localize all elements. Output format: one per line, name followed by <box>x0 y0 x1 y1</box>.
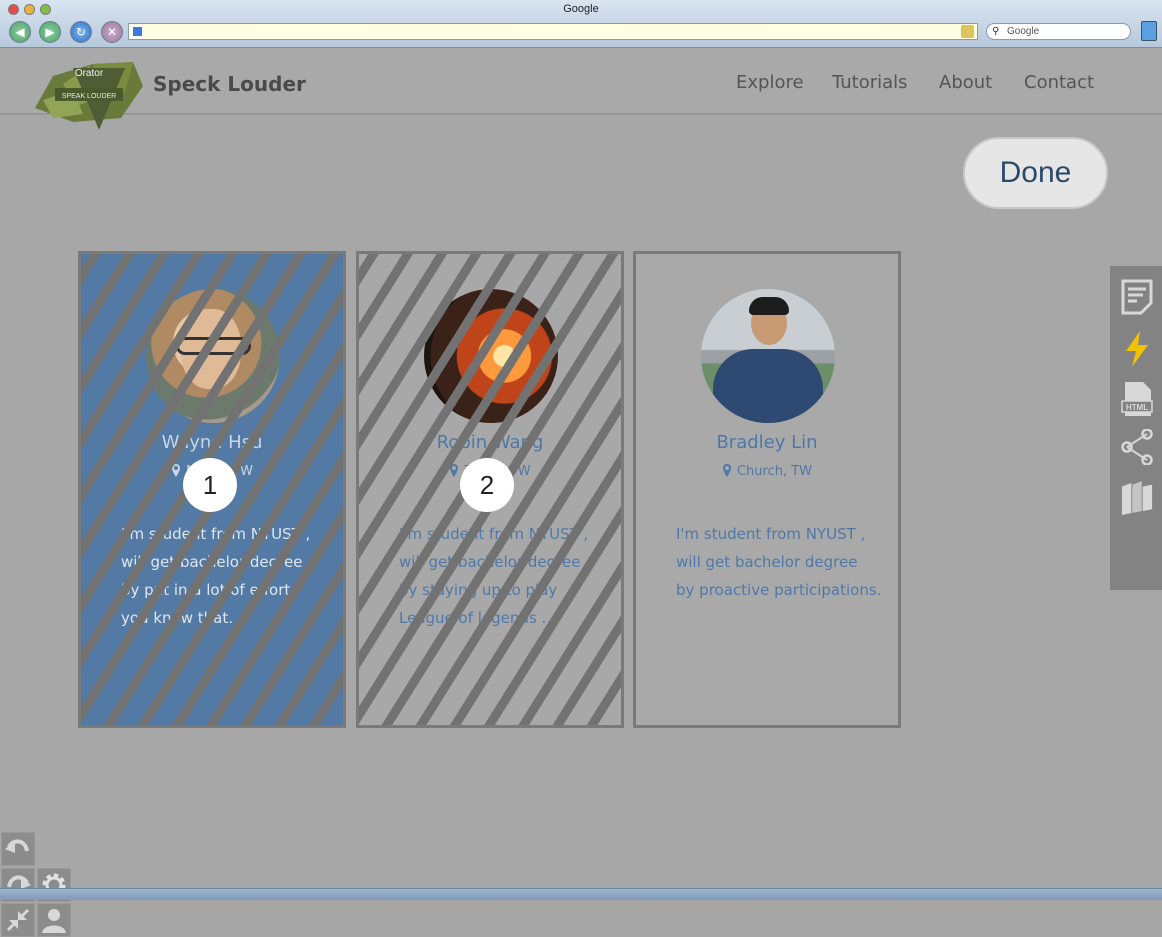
search-icon: ⚲ <box>992 26 1000 37</box>
avatar-hair <box>749 297 789 315</box>
profile-name: Wayne Hsu <box>161 432 263 453</box>
nav-about[interactable]: About <box>939 72 992 93</box>
bio-line: by staying up to play <box>399 581 558 599</box>
undo-icon <box>5 839 29 853</box>
shrink-icon <box>6 908 30 932</box>
bio-line: League of legends . <box>399 609 547 627</box>
search-input[interactable]: ⚲ Google <box>986 23 1131 40</box>
forward-button[interactable]: ▶ <box>39 21 61 43</box>
nav-explore[interactable]: Explore <box>736 72 804 93</box>
profile-bio: I'm student from NYUST , will get bachel… <box>399 520 621 632</box>
nav-contact[interactable]: Contact <box>1024 72 1094 93</box>
favicon-icon <box>132 26 143 37</box>
browser-chrome: Google ◀ ▶ ↻ ✕ ⚲ Google <box>0 0 1162 48</box>
avatar-glasses <box>176 337 251 355</box>
arrow-right-icon: ▶ <box>45 25 55 39</box>
browser-status-bar <box>0 888 1162 900</box>
bio-line: will get bachelor degree <box>676 553 858 571</box>
lock-icon <box>961 25 974 38</box>
logo-text-top: Orator <box>75 68 104 79</box>
collapse-button[interactable] <box>1 903 35 937</box>
page: Orator SPEAK LOUDER Speck Louder Explore… <box>0 48 1162 937</box>
location-text: Church, TW <box>736 464 813 479</box>
arrow-left-icon: ◀ <box>15 25 25 39</box>
user-icon <box>42 909 66 933</box>
bookmark-icon[interactable] <box>1141 21 1157 41</box>
back-button[interactable]: ◀ <box>9 21 31 43</box>
bio-line: I'm student from NYUST , <box>121 525 311 543</box>
svg-text:HTML: HTML <box>1126 403 1148 412</box>
bio-line: I'm student from NYUST , <box>676 525 866 543</box>
books-icon[interactable] <box>1120 478 1154 516</box>
avatar <box>424 289 558 423</box>
profile-name: Robin Wang <box>436 432 544 453</box>
bio-line: by put in a lot of effort, <box>121 581 296 599</box>
logo[interactable]: Orator SPEAK LOUDER <box>33 56 145 130</box>
reload-icon: ↻ <box>75 25 87 39</box>
profile-bio: I'm student from NYUST , will get bachel… <box>676 520 898 604</box>
selection-order-badge: 2 <box>460 458 514 512</box>
stop-button[interactable]: ✕ <box>101 21 123 43</box>
window-title: Google <box>563 3 599 15</box>
reload-button[interactable]: ↻ <box>70 21 92 43</box>
logo-text-bottom: SPEAK LOUDER <box>62 93 116 100</box>
bio-line: will get bachelor degree <box>399 553 581 571</box>
close-icon: ✕ <box>106 25 118 39</box>
avatar <box>701 289 835 423</box>
avatar <box>146 289 280 423</box>
profile-button[interactable] <box>37 903 71 937</box>
share-icon[interactable] <box>1120 428 1154 466</box>
location-pin-icon <box>172 464 181 477</box>
done-button[interactable]: Done <box>963 137 1108 209</box>
profile-location: Church, TW <box>636 464 898 479</box>
note-add-icon[interactable] <box>1120 278 1154 316</box>
bio-line: you know that. <box>121 609 233 627</box>
avatar-torso <box>713 349 823 423</box>
html-file-icon[interactable]: HTML <box>1120 380 1154 418</box>
bio-line: I'm student from NYUST , <box>399 525 589 543</box>
profile-bio: I'm student from NYUST , will get bachel… <box>121 520 343 632</box>
lightning-icon[interactable] <box>1120 330 1154 368</box>
nav-tutorials[interactable]: Tutorials <box>832 72 908 93</box>
right-toolbar: HTML <box>1110 266 1162 590</box>
location-pin-icon <box>450 464 459 477</box>
selection-order-badge: 1 <box>183 458 237 512</box>
brand-name[interactable]: Speck Louder <box>153 72 306 96</box>
profile-name: Bradley Lin <box>716 432 818 453</box>
site-header: Orator SPEAK LOUDER Speck Louder Explore… <box>0 48 1162 130</box>
address-bar[interactable] <box>128 23 978 40</box>
search-placeholder: Google <box>1007 26 1040 37</box>
location-pin-icon <box>722 464 731 477</box>
bio-line: will get bachelor degree <box>121 553 303 571</box>
profile-card[interactable]: Bradley Lin Church, TW I'm student from … <box>633 251 901 728</box>
undo-button[interactable] <box>1 832 35 866</box>
bio-line: by proactive participations. <box>676 581 882 599</box>
